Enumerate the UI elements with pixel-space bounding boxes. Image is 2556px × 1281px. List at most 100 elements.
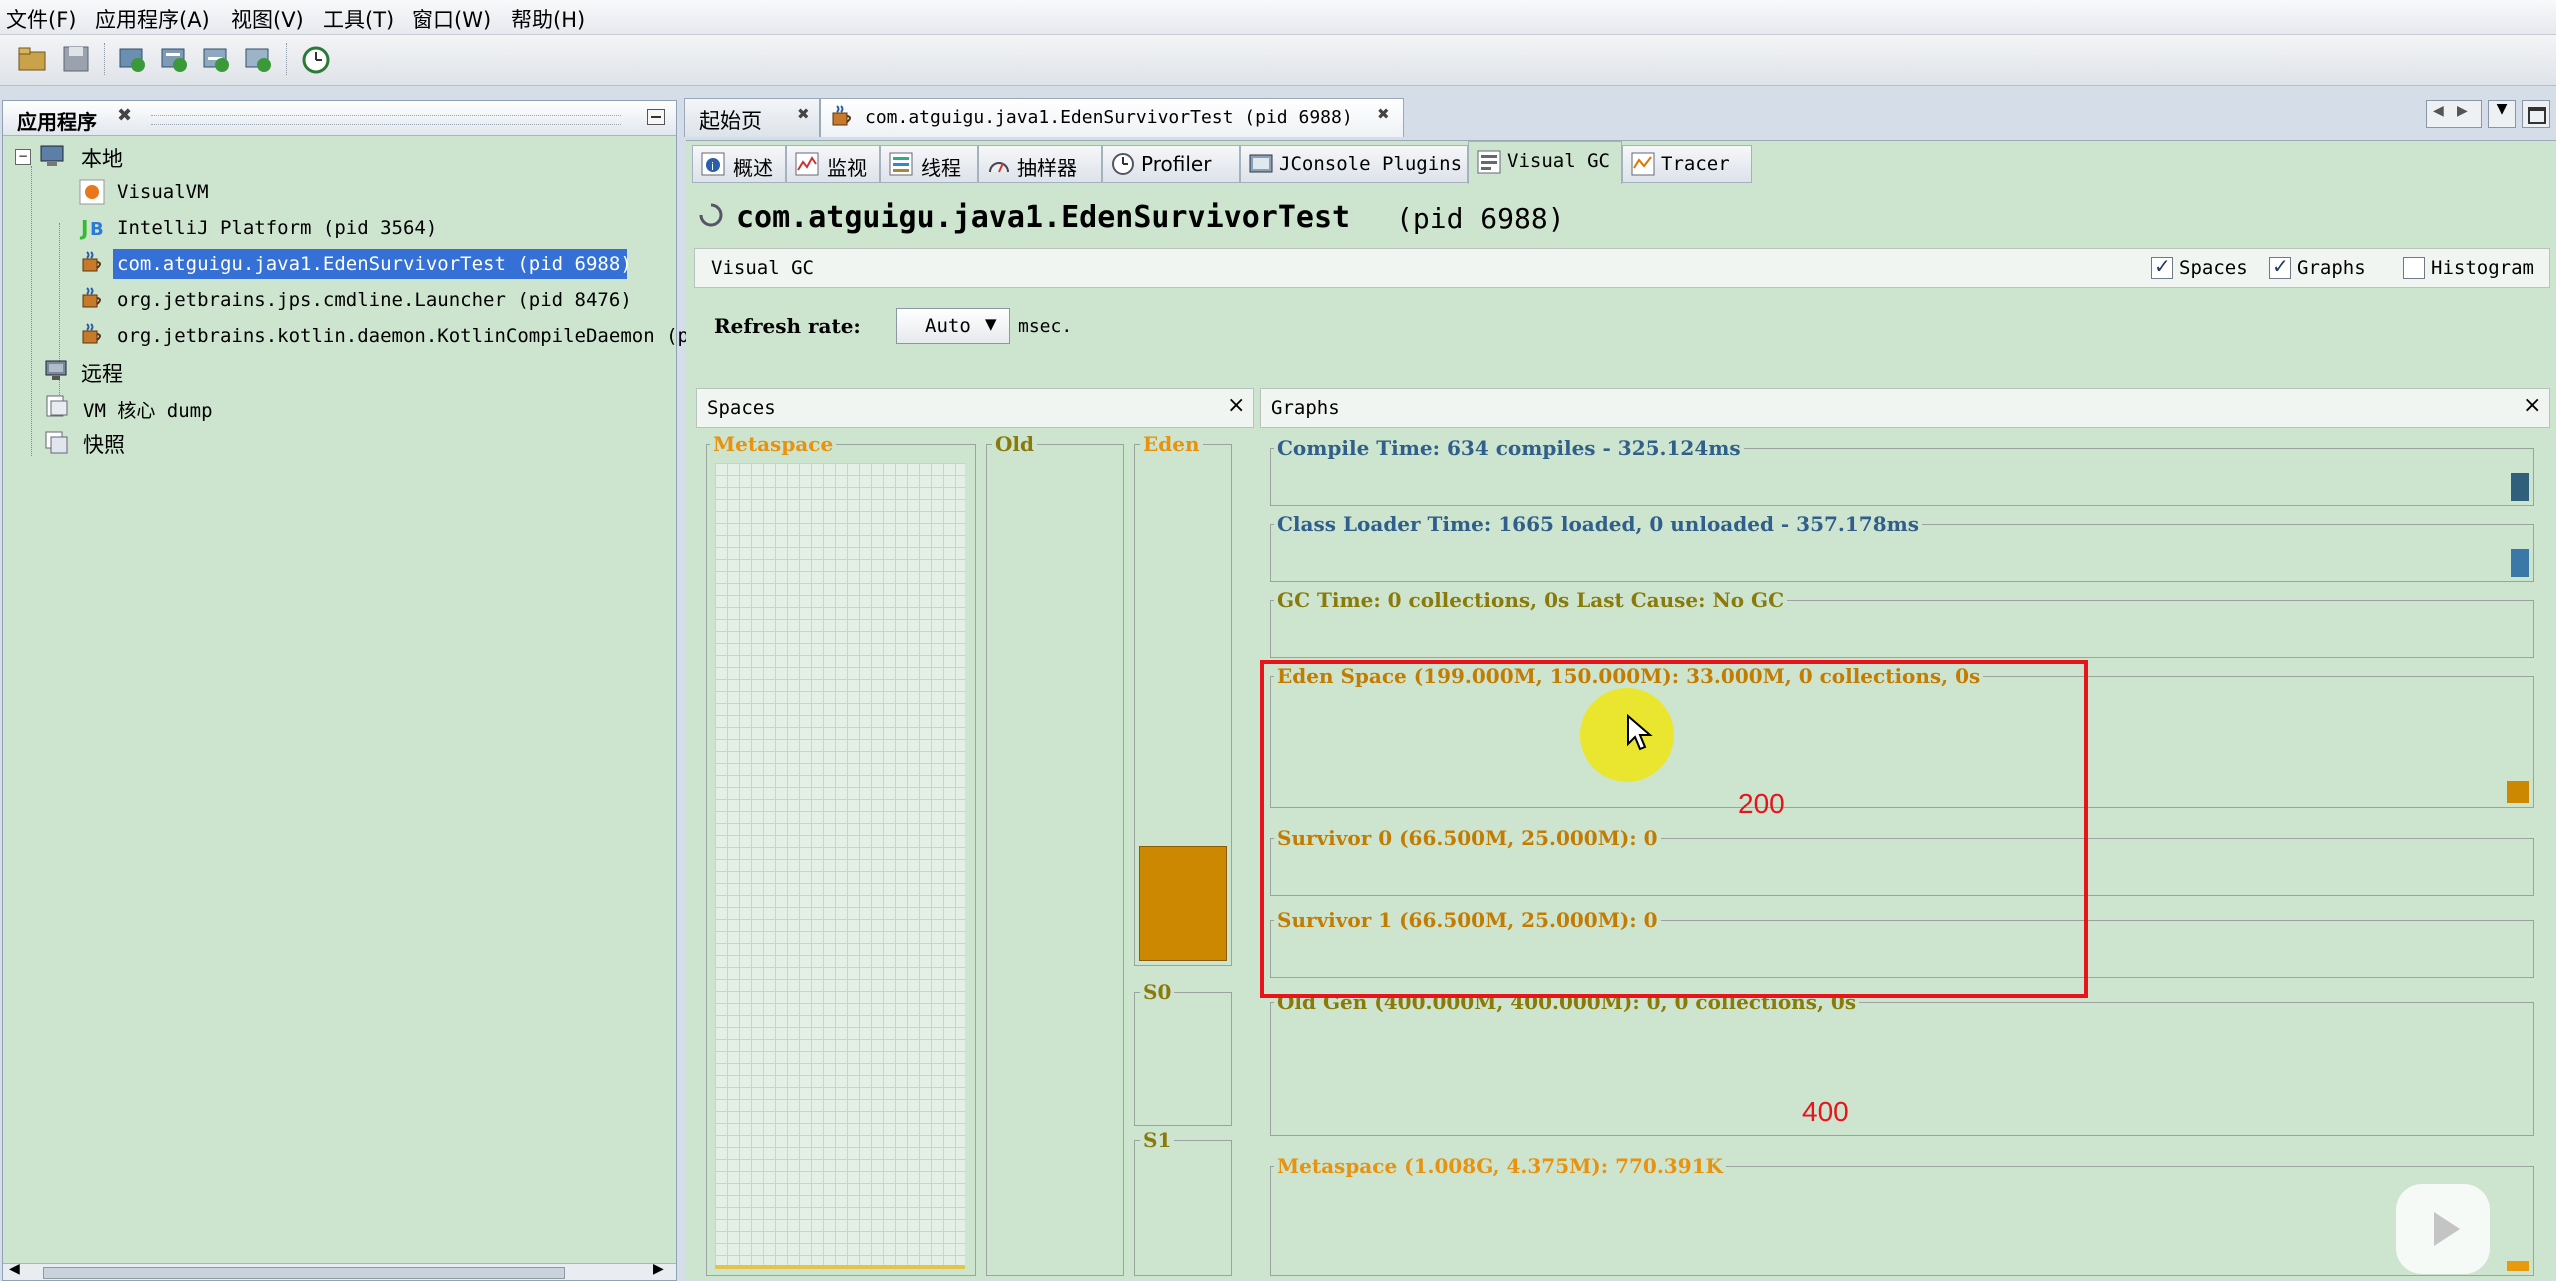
graphs-checkbox-label: Graphs <box>2297 257 2366 279</box>
spaces-checkbox[interactable] <box>2151 254 2173 279</box>
tree-item-visualvm[interactable]: VisualVM <box>117 181 209 203</box>
eden-fill <box>1139 846 1227 961</box>
tree-snapshots[interactable]: 快照 <box>83 429 125 459</box>
visualvm-icon <box>79 179 105 205</box>
toolbar-separator <box>286 43 289 75</box>
svg-text:i: i <box>711 160 714 173</box>
scroll-right-icon[interactable]: ▶ <box>653 1261 664 1277</box>
close-icon[interactable]: ✖ <box>117 105 132 126</box>
old-box <box>986 444 1124 1276</box>
add-jmx-icon[interactable] <box>116 43 148 75</box>
applications-panel-header: 应用程序 ✖ <box>3 101 676 136</box>
java-cup-icon <box>79 285 105 311</box>
compile-time-label: Compile Time: 634 compiles - 325.124ms <box>1274 436 1744 460</box>
tab-list-dropdown-icon[interactable]: ▼ <box>2488 100 2516 128</box>
tab-monitor[interactable]: 监视 <box>786 145 880 183</box>
refresh-rate-value: Auto <box>925 315 971 337</box>
annotation-red-box <box>1260 660 2088 998</box>
menu-view[interactable]: 视图(V) <box>231 4 304 34</box>
tree-item-edensurvivortest[interactable]: com.atguigu.java1.EdenSurvivorTest (pid … <box>117 253 632 275</box>
tree-local[interactable]: 本地 <box>81 143 123 173</box>
tree-coredump[interactable]: VM 核心 dump <box>83 396 213 423</box>
page-title: com.atguigu.java1.EdenSurvivorTest <box>736 200 1351 235</box>
tab-visual-gc[interactable]: Visual GC <box>1468 141 1622 184</box>
tree-item-intellij[interactable]: IntelliJ Platform (pid 3564) <box>117 217 437 239</box>
class-loader-bar <box>2511 549 2529 577</box>
add-coredump-icon[interactable] <box>158 43 190 75</box>
java-cup-icon <box>829 103 855 129</box>
tab-sampler[interactable]: 抽样器 <box>978 145 1102 183</box>
tab-start-page[interactable]: 起始页 ✖ <box>684 98 820 137</box>
menu-application[interactable]: 应用程序(A) <box>95 4 210 34</box>
menu-tools[interactable]: 工具(T) <box>323 4 394 34</box>
profiler-icon[interactable] <box>300 43 332 75</box>
maximize-icon[interactable] <box>2522 100 2550 128</box>
spaces-checkbox-label: Spaces <box>2179 257 2248 279</box>
java-app-icon: JB <box>79 214 105 240</box>
java-cup-icon <box>79 321 105 347</box>
snapshots-icon <box>43 429 69 455</box>
close-icon[interactable]: × <box>2523 393 2541 418</box>
page-title-pid: (pid 6988) <box>1396 202 1565 235</box>
collapse-toggle[interactable]: − <box>15 149 31 165</box>
minimize-icon[interactable] <box>647 109 665 125</box>
tree-item-launcher[interactable]: org.jetbrains.jps.cmdline.Launcher (pid … <box>117 289 632 311</box>
class-loader-label: Class Loader Time: 1665 loaded, 0 unload… <box>1274 512 1923 536</box>
tab-scroll-buttons[interactable]: ◀ ▶ <box>2426 100 2482 128</box>
close-icon[interactable]: ✖ <box>1377 105 1390 123</box>
arrow-right-icon[interactable]: ▶ <box>2457 103 2468 119</box>
tab-jconsole-plugins[interactable]: JConsole Plugins <box>1240 145 1468 183</box>
scrollbar-thumb[interactable] <box>43 1267 565 1279</box>
close-icon[interactable]: × <box>1227 393 1245 418</box>
view-tab-strip: i 概述 监视 线程 抽样器 Profiler JConsole Plugins… <box>686 140 2556 185</box>
tab-edensurvivortest[interactable]: com.atguigu.java1.EdenSurvivorTest (pid … <box>820 98 1404 137</box>
horizontal-scrollbar[interactable]: ◀ ▶ <box>3 1261 676 1280</box>
metaspace-grid <box>715 463 965 1269</box>
loading-spinner-icon <box>698 202 724 228</box>
s0-box <box>1134 992 1232 1126</box>
menu-help[interactable]: 帮助(H) <box>511 4 585 34</box>
s0-label: S0 <box>1140 980 1175 1004</box>
old-gen-graph <box>1270 1002 2534 1136</box>
metaspace-box <box>706 444 976 1276</box>
spaces-panel-header: Spaces × <box>696 388 1254 428</box>
open-file-icon[interactable] <box>16 43 48 75</box>
add-heapdump-icon[interactable] <box>200 43 232 75</box>
jconsole-icon <box>1249 152 1273 176</box>
remote-host-icon <box>43 357 69 383</box>
histogram-checkbox[interactable] <box>2403 257 2425 279</box>
tab-profiler[interactable]: Profiler <box>1102 145 1240 183</box>
annotation-200: 200 <box>1738 788 1785 819</box>
metaspace-bar <box>2507 1261 2529 1271</box>
tab-tracer[interactable]: Tracer <box>1622 145 1752 183</box>
tab-overview-label: 概述 <box>733 156 773 180</box>
graphs-checkbox[interactable] <box>2269 254 2291 279</box>
tab-profiler-label: Profiler <box>1141 152 1212 176</box>
computer-icon <box>39 143 65 169</box>
save-icon[interactable] <box>60 43 92 75</box>
gc-time-label: GC Time: 0 collections, 0s Last Cause: N… <box>1274 588 1788 612</box>
coredump-icon <box>43 393 69 419</box>
refresh-rate-label: Refresh rate: <box>714 314 861 338</box>
monitor-chart-icon <box>795 152 819 176</box>
refresh-unit-label: msec. <box>1018 316 1073 337</box>
tree-item-kotlin-daemon[interactable]: org.jetbrains.kotlin.daemon.KotlinCompil… <box>117 325 689 347</box>
compile-time-bar <box>2511 473 2529 501</box>
toolbar-separator <box>104 43 107 75</box>
graphs-panel-header: Graphs × <box>1260 388 2550 428</box>
tab-overview[interactable]: i 概述 <box>692 145 786 183</box>
arrow-left-icon[interactable]: ◀ <box>2433 103 2444 119</box>
refresh-rate-select[interactable]: Auto ▼ <box>896 308 1010 344</box>
metaspace-graph-label: Metaspace (1.008G, 4.375M): 770.391K <box>1274 1154 1726 1178</box>
scroll-left-icon[interactable]: ◀ <box>9 1261 20 1277</box>
svg-text:B: B <box>90 219 104 240</box>
add-snapshot-icon[interactable] <box>242 43 274 75</box>
metaspace-graph <box>1270 1166 2534 1276</box>
tab-threads[interactable]: 线程 <box>880 145 978 183</box>
close-icon[interactable]: ✖ <box>797 105 810 123</box>
tree-remote[interactable]: 远程 <box>81 358 123 388</box>
s1-box <box>1134 1140 1232 1276</box>
menu-file[interactable]: 文件(F) <box>6 4 76 34</box>
menu-window[interactable]: 窗口(W) <box>412 4 491 34</box>
annotation-400: 400 <box>1802 1096 1849 1127</box>
